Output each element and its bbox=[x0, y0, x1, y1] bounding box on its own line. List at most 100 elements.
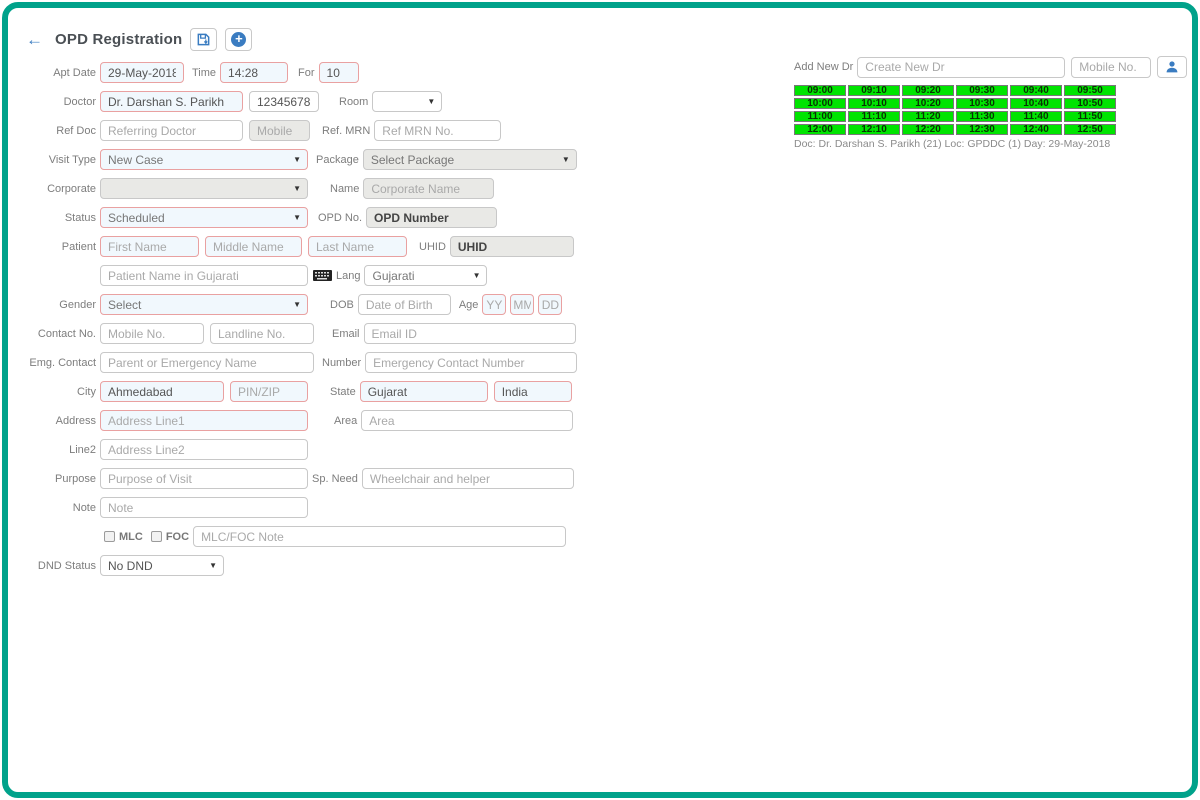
purpose-label: Purpose bbox=[18, 473, 96, 485]
dnd-status-select[interactable]: No DND ▼ bbox=[100, 555, 224, 576]
pin-zip-input[interactable] bbox=[230, 381, 308, 402]
doctor-mobile-input[interactable] bbox=[249, 91, 319, 112]
row-ref-doc: Ref Doc Ref. MRN bbox=[18, 120, 638, 141]
apt-date-input[interactable] bbox=[100, 62, 184, 83]
dob-input[interactable] bbox=[358, 294, 451, 315]
slot-10:50[interactable]: 10:50 bbox=[1064, 98, 1116, 109]
slot-09:00[interactable]: 09:00 bbox=[794, 85, 846, 96]
row-visit-type: Visit Type New Case ▼ Package Select Pac… bbox=[18, 149, 638, 170]
slot-11:40[interactable]: 11:40 bbox=[1010, 111, 1062, 122]
chevron-down-icon: ▼ bbox=[293, 155, 301, 164]
emg-contact-number-input[interactable] bbox=[365, 352, 577, 373]
keyboard-icon[interactable] bbox=[313, 270, 332, 281]
last-name-input[interactable] bbox=[308, 236, 407, 257]
slot-12:40[interactable]: 12:40 bbox=[1010, 124, 1062, 135]
slot-10:40[interactable]: 10:40 bbox=[1010, 98, 1062, 109]
slot-11:50[interactable]: 11:50 bbox=[1064, 111, 1116, 122]
lang-select[interactable]: Gujarati ▼ bbox=[364, 265, 487, 286]
ref-doc-input[interactable] bbox=[100, 120, 243, 141]
note-input[interactable] bbox=[100, 497, 308, 518]
purpose-input[interactable] bbox=[100, 468, 308, 489]
landline-no-input[interactable] bbox=[210, 323, 314, 344]
row-emergency: Emg. Contact Number bbox=[18, 352, 638, 373]
slot-10:10[interactable]: 10:10 bbox=[848, 98, 900, 109]
address-line1-input[interactable] bbox=[100, 410, 308, 431]
doctor-label: Doctor bbox=[18, 96, 96, 108]
line2-label: Line2 bbox=[18, 444, 96, 456]
gujarati-name-input[interactable] bbox=[100, 265, 308, 286]
state-input[interactable] bbox=[360, 381, 488, 402]
opd-number-input[interactable] bbox=[366, 207, 497, 228]
corporate-name-label: Name bbox=[330, 183, 359, 195]
plus-icon: + bbox=[231, 32, 246, 47]
ref-mrn-input[interactable] bbox=[374, 120, 501, 141]
dnd-status-label: DND Status bbox=[18, 560, 96, 572]
age-years-input[interactable] bbox=[482, 294, 506, 315]
slot-10:30[interactable]: 10:30 bbox=[956, 98, 1008, 109]
slot-12:00[interactable]: 12:00 bbox=[794, 124, 846, 135]
corporate-select[interactable]: ▼ bbox=[100, 178, 308, 199]
middle-name-input[interactable] bbox=[205, 236, 302, 257]
address-line2-input[interactable] bbox=[100, 439, 308, 460]
age-months-input[interactable] bbox=[510, 294, 534, 315]
note-label: Note bbox=[18, 502, 96, 514]
person-icon bbox=[1165, 60, 1179, 74]
age-label: Age bbox=[459, 299, 479, 311]
mlc-checkbox[interactable] bbox=[104, 531, 115, 542]
slot-09:50[interactable]: 09:50 bbox=[1064, 85, 1116, 96]
create-new-dr-input[interactable] bbox=[857, 57, 1065, 78]
time-input[interactable] bbox=[220, 62, 288, 83]
row-contact: Contact No. Email bbox=[18, 323, 638, 344]
package-select[interactable]: Select Package ▼ bbox=[363, 149, 577, 170]
slot-10:20[interactable]: 10:20 bbox=[902, 98, 954, 109]
slot-11:20[interactable]: 11:20 bbox=[902, 111, 954, 122]
mlc-label: MLC bbox=[119, 531, 143, 543]
add-doctor-button[interactable] bbox=[1157, 56, 1187, 78]
slot-09:20[interactable]: 09:20 bbox=[902, 85, 954, 96]
chevron-down-icon: ▼ bbox=[427, 97, 435, 106]
email-input[interactable] bbox=[364, 323, 576, 344]
contact-no-label: Contact No. bbox=[18, 328, 96, 340]
country-input[interactable] bbox=[494, 381, 572, 402]
slot-11:30[interactable]: 11:30 bbox=[956, 111, 1008, 122]
emg-number-label: Number bbox=[322, 357, 361, 369]
slot-11:10[interactable]: 11:10 bbox=[848, 111, 900, 122]
corporate-name-input[interactable] bbox=[363, 178, 494, 199]
add-new-button[interactable]: + bbox=[225, 28, 252, 51]
slot-09:30[interactable]: 09:30 bbox=[956, 85, 1008, 96]
slot-grid: 09:0009:1009:2009:3009:4009:50 10:0010:10… bbox=[794, 85, 1116, 135]
sp-need-input[interactable] bbox=[362, 468, 574, 489]
room-label: Room bbox=[339, 96, 368, 108]
room-select[interactable]: ▼ bbox=[372, 91, 442, 112]
new-dr-mobile-input[interactable] bbox=[1071, 57, 1151, 78]
area-input[interactable] bbox=[361, 410, 573, 431]
uhid-input[interactable] bbox=[450, 236, 574, 257]
city-label: City bbox=[18, 386, 96, 398]
slot-12:20[interactable]: 12:20 bbox=[902, 124, 954, 135]
save-button[interactable] bbox=[190, 28, 217, 51]
slot-09:10[interactable]: 09:10 bbox=[848, 85, 900, 96]
for-duration-input[interactable] bbox=[319, 62, 359, 83]
slot-12:30[interactable]: 12:30 bbox=[956, 124, 1008, 135]
city-input[interactable] bbox=[100, 381, 224, 402]
first-name-input[interactable] bbox=[100, 236, 199, 257]
ref-mobile-input[interactable] bbox=[249, 120, 310, 141]
slot-12:10[interactable]: 12:10 bbox=[848, 124, 900, 135]
mobile-no-input[interactable] bbox=[100, 323, 204, 344]
gender-select[interactable]: Select ▼ bbox=[100, 294, 308, 315]
doctor-name-input[interactable] bbox=[100, 91, 243, 112]
foc-checkbox[interactable] bbox=[151, 531, 162, 542]
status-select[interactable]: Scheduled ▼ bbox=[100, 207, 308, 228]
visit-type-select[interactable]: New Case ▼ bbox=[100, 149, 308, 170]
status-label: Status bbox=[18, 212, 96, 224]
slot-11:00[interactable]: 11:00 bbox=[794, 111, 846, 122]
slot-09:40[interactable]: 09:40 bbox=[1010, 85, 1062, 96]
back-arrow-icon[interactable]: ← bbox=[26, 31, 43, 48]
chevron-down-icon: ▼ bbox=[562, 155, 570, 164]
emg-contact-name-input[interactable] bbox=[100, 352, 314, 373]
slot-10:00[interactable]: 10:00 bbox=[794, 98, 846, 109]
age-days-input[interactable] bbox=[538, 294, 562, 315]
gender-value: Select bbox=[108, 298, 289, 312]
mlc-foc-note-input[interactable] bbox=[193, 526, 566, 547]
slot-12:50[interactable]: 12:50 bbox=[1064, 124, 1116, 135]
